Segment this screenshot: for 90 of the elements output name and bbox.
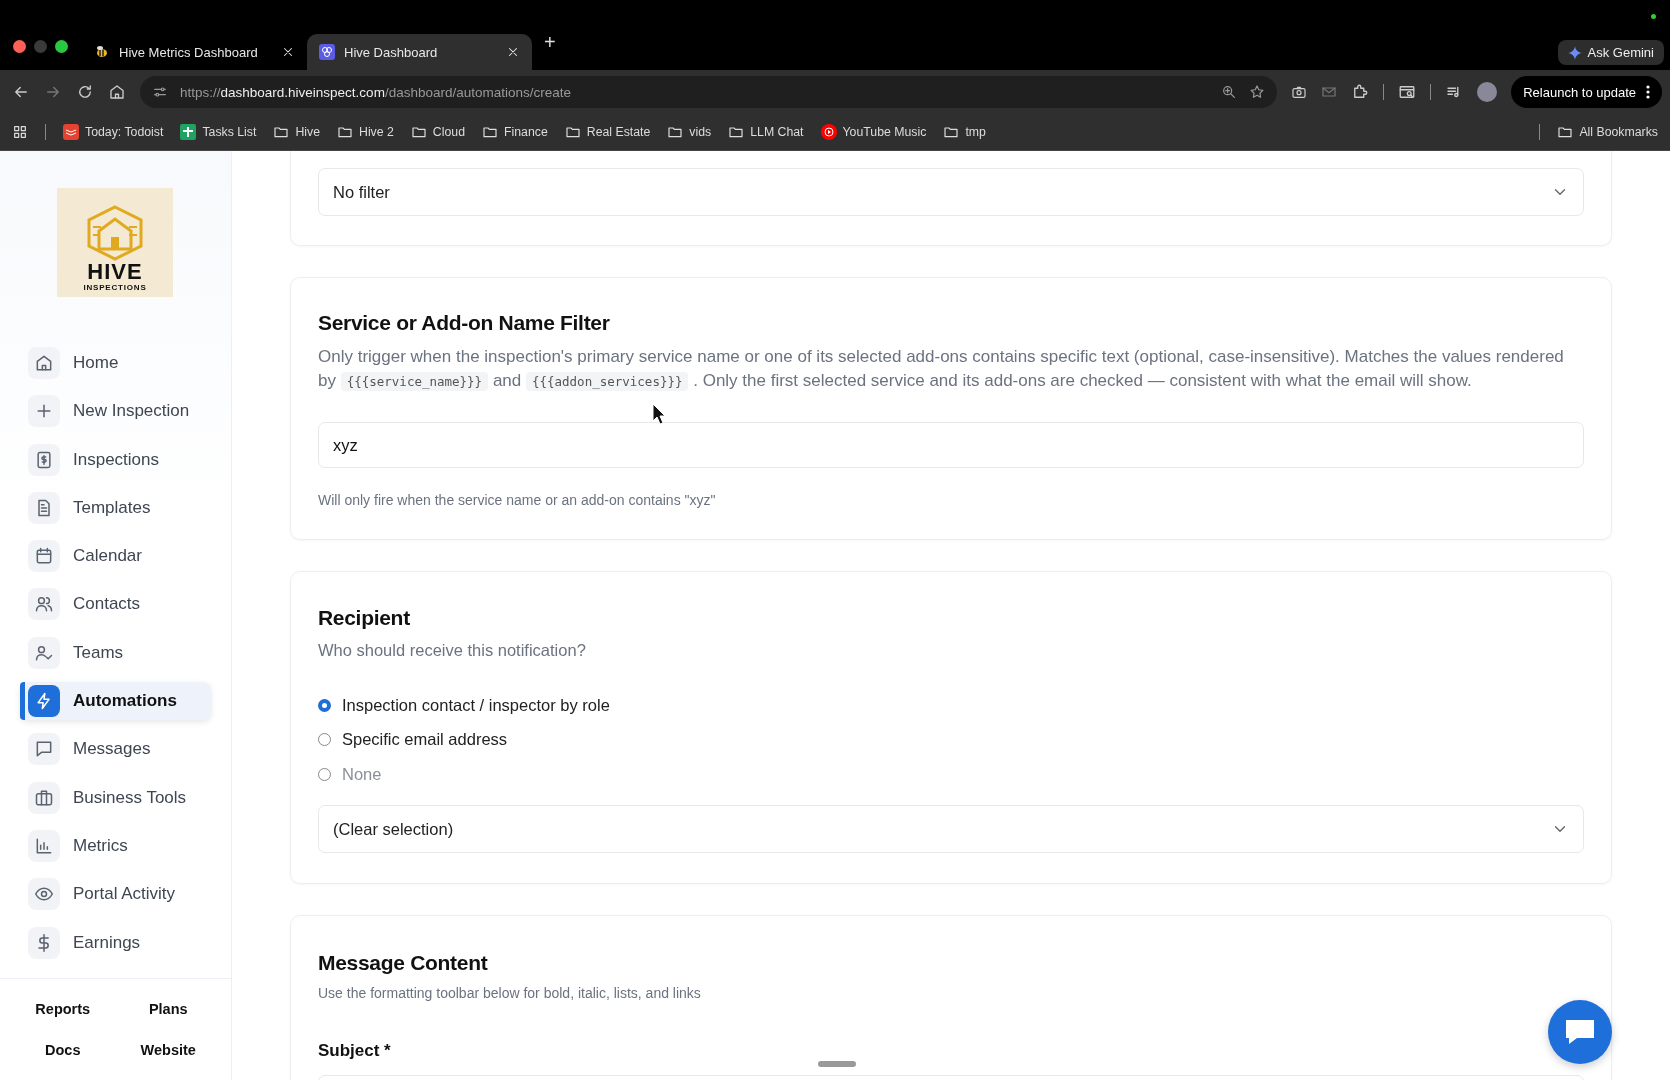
dollar-document-icon: [34, 449, 54, 470]
footer-link[interactable]: Plans: [148, 1000, 188, 1017]
bookmark[interactable]: YouTube Music: [820, 124, 927, 140]
close-icon: [281, 45, 295, 59]
folder-icon: [728, 124, 745, 140]
bookmark[interactable]: vids: [667, 124, 712, 140]
bookmark[interactable]: Hive 2: [337, 124, 394, 140]
select-field[interactable]: No filter: [318, 168, 1584, 216]
camera-icon: [1291, 84, 1308, 100]
house-hexagon-icon: [85, 205, 145, 261]
bookmark[interactable]: tmp: [943, 124, 986, 140]
footer-link[interactable]: Reports: [35, 1000, 91, 1017]
browser-tab[interactable]: Hive Dashboard: [307, 34, 532, 70]
nav-item[interactable]: Teams: [20, 633, 211, 672]
bookmark[interactable]: Tasks List: [180, 124, 257, 140]
mouse-pointer-icon: [652, 403, 666, 425]
nav-item[interactable]: Inspections: [20, 440, 211, 479]
section-subtitle: Who should receive this notification?: [318, 641, 587, 660]
bookmark[interactable]: Cloud: [410, 124, 465, 140]
home-icon: [108, 83, 126, 101]
nav-item[interactable]: Messages: [20, 730, 211, 769]
folder-icon: [667, 124, 684, 140]
address-bar[interactable]: https://dashboard.hiveinspect.com/dashboard/automations/create: [140, 76, 1278, 108]
folder-icon: [482, 124, 498, 140]
nav-item[interactable]: New Inspection: [20, 392, 211, 431]
bee-icon: [94, 44, 110, 60]
section-title: Recipient: [318, 606, 411, 630]
chat-icon: [1563, 1017, 1597, 1047]
footer-link[interactable]: Website: [140, 1041, 196, 1058]
extension-icon: [1351, 83, 1370, 101]
section-title: Service or Add-on Name Filter: [318, 311, 611, 335]
folder-icon: [564, 124, 581, 140]
apps-grid-icon: [12, 124, 28, 140]
input-field[interactable]: xyz: [318, 422, 1584, 468]
folder-icon: [337, 124, 353, 140]
relaunch-button[interactable]: Relaunch to update: [1511, 76, 1662, 108]
option-label[interactable]: Inspection contact / inspector by role: [342, 695, 610, 715]
maximize-window-button[interactable]: [55, 40, 68, 53]
nav-item[interactable]: Metrics: [20, 826, 211, 865]
section-description: Only trigger when the inspection's primary service name or one of its selected add-ons contains specific text (optional, case-insensitive). Matches the values rendered by {{{service_name}}} and {{{addon_services}}} . Only the first selected service and its add-ons are checked — consistent with what the email will show.: [318, 346, 1565, 393]
star-icon: [1249, 84, 1266, 100]
all-bookmarks[interactable]: All Bookmarks: [1557, 124, 1658, 140]
bookmark[interactable]: Finance: [482, 124, 548, 140]
nav-item[interactable]: Automations: [20, 682, 211, 721]
mail-icon: [1321, 84, 1338, 100]
ask-gemini-button[interactable]: Ask Gemini: [1557, 40, 1664, 65]
option-label[interactable]: Specific email address: [342, 730, 508, 749]
folder-icon: [943, 124, 960, 140]
browser-tab[interactable]: Hive Metrics Dashboard: [82, 34, 307, 70]
close-icon: [506, 45, 520, 59]
footer-link[interactable]: Docs: [45, 1041, 81, 1058]
bookmark[interactable]: Hive: [273, 124, 320, 140]
logo-title: HIVE: [87, 261, 143, 283]
todoist-icon: [63, 124, 79, 140]
zoom-icon: [1221, 84, 1238, 100]
hexagons-icon: [319, 44, 335, 60]
music-icon: [820, 124, 837, 140]
scroll-handle[interactable]: [818, 1061, 856, 1067]
bookmark[interactable]: Today: Todoist: [63, 124, 164, 140]
chat-button[interactable]: [1548, 1000, 1612, 1064]
folder-icon: [273, 124, 290, 140]
nav-item[interactable]: Business Tools: [20, 778, 211, 817]
nav-item[interactable]: Calendar: [20, 537, 211, 576]
close-window-button[interactable]: [13, 40, 26, 53]
nav-item[interactable]: Contacts: [20, 585, 211, 624]
more-icon: [1646, 85, 1650, 99]
spreadsheet-icon: [180, 124, 197, 140]
section-title: Message Content: [318, 951, 489, 975]
hint-text: Will only fire when the service name or an add-on contains "xyz": [318, 492, 717, 508]
home-icon: [34, 353, 54, 373]
nav-item[interactable]: Templates: [20, 488, 211, 527]
nav-item[interactable]: Home: [20, 344, 211, 382]
avatar[interactable]: [1477, 82, 1498, 102]
new-tab-button[interactable]: +: [532, 30, 568, 62]
nav-item[interactable]: Portal Activity: [20, 875, 211, 914]
site-settings-icon: [152, 84, 168, 100]
folder-icon: [1557, 124, 1574, 140]
bookmark[interactable]: LLM Chat: [728, 124, 804, 140]
bookmark[interactable]: Real Estate: [564, 124, 651, 140]
reload-icon: [76, 83, 94, 101]
sparkle-icon: [1567, 45, 1582, 60]
tab-search-icon: [1398, 83, 1417, 101]
select-field[interactable]: (Clear selection): [318, 805, 1584, 853]
radio-button[interactable]: [318, 698, 331, 712]
logo-subtitle: INSPECTIONS: [83, 283, 147, 292]
folder-icon: [410, 124, 427, 140]
nav-item[interactable]: Earnings: [20, 923, 211, 962]
field-label: Subject *: [318, 1041, 392, 1061]
url-text: https://dashboard.hiveinspect.com/dashboard/automations/create: [180, 84, 571, 100]
section-subtitle: Use the formatting toolbar below for bold, italic, lists, and links: [318, 985, 702, 1001]
